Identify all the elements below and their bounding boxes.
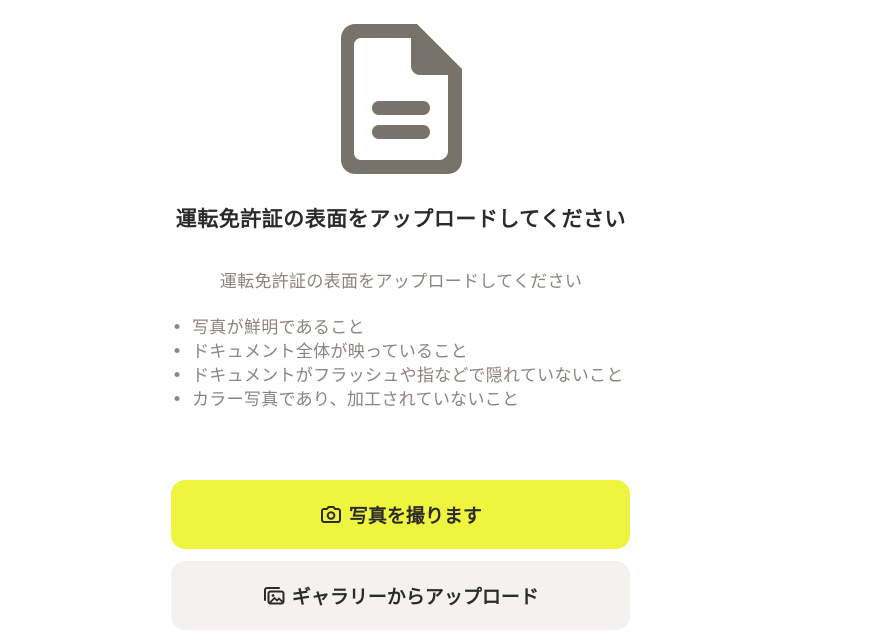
page-title: 運転免許証の表面をアップロードしてください xyxy=(175,207,627,231)
requirement-text: 写真が鮮明であること xyxy=(192,318,365,338)
requirement-text: ドキュメント全体が映っていること xyxy=(192,342,468,362)
list-item: • ドキュメント全体が映っていること xyxy=(171,340,631,364)
list-item: • ドキュメントがフラッシュや指などで隠れていないこと xyxy=(171,364,631,388)
gallery-icon xyxy=(263,586,285,604)
upload-from-gallery-button[interactable]: ギャラリーからアップロード xyxy=(171,561,630,630)
page-subtitle: 運転免許証の表面をアップロードしてください xyxy=(219,272,583,292)
list-item: • 写真が鮮明であること xyxy=(171,316,631,340)
bullet-icon: • xyxy=(172,342,183,362)
document-icon xyxy=(341,24,462,174)
upload-from-gallery-label: ギャラリーからアップロード xyxy=(291,586,539,608)
requirements-list: • 写真が鮮明であること • ドキュメント全体が映っていること • ドキュメントがフラ… xyxy=(171,316,631,412)
bullet-icon: • xyxy=(172,366,183,386)
take-photo-button[interactable]: 写真を撮ります xyxy=(171,480,630,549)
bullet-icon: • xyxy=(172,390,183,410)
bullet-icon: • xyxy=(172,318,183,338)
list-item: • カラー写真であり、加工されていないこと xyxy=(171,388,631,412)
requirement-text: ドキュメントがフラッシュや指などで隠れていないこと xyxy=(192,366,624,386)
camera-icon xyxy=(320,505,341,523)
take-photo-label: 写真を撮ります xyxy=(348,505,482,527)
requirement-text: カラー写真であり、加工されていないこと xyxy=(192,390,520,410)
